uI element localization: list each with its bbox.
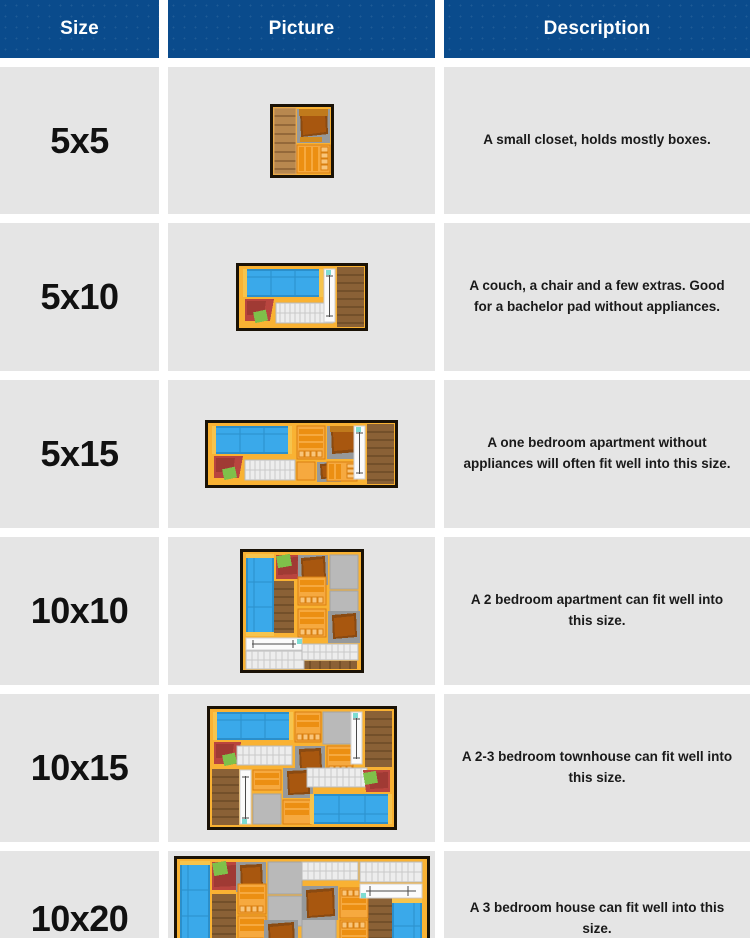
header-gap-1 [159, 0, 168, 58]
col-gap [159, 694, 168, 842]
table-row: 10x20 [0, 851, 159, 938]
header-size-label: Size [60, 18, 99, 39]
floorplan-10x20 [168, 851, 435, 938]
table-row: 10x15 [0, 694, 159, 842]
description-text: A couch, a chair and a few extras. Good … [469, 278, 725, 314]
col-gap [435, 851, 444, 938]
header-size: Size [0, 0, 159, 58]
floorplan-image [205, 420, 398, 488]
floorplan-image [239, 549, 364, 673]
table-row: 5x10 [0, 223, 159, 371]
header-gap-2 [435, 0, 444, 58]
row-gap [0, 371, 750, 380]
size-label: 5x15 [40, 433, 119, 474]
description-text: A 2 bedroom apartment can fit well into … [470, 592, 724, 628]
description-cell: A couch, a chair and a few extras. Good … [444, 223, 750, 371]
row-gap [0, 528, 750, 537]
table-row: 5x15 [0, 380, 159, 528]
description-text: A 3 bedroom house can fit well into this… [469, 900, 725, 936]
table-row: 5x5 [0, 67, 159, 214]
table-row: 10x10 [0, 537, 159, 685]
col-gap [159, 851, 168, 938]
header-picture: Picture [168, 0, 435, 58]
storage-size-table: Size Picture Description 5x5 A small clo… [0, 0, 750, 938]
floorplan-image [269, 103, 334, 178]
col-gap [159, 223, 168, 371]
floorplan-image [235, 263, 368, 331]
description-cell: A 2 bedroom apartment can fit well into … [444, 537, 750, 685]
header-picture-label: Picture [268, 18, 335, 39]
size-label: 10x20 [30, 898, 129, 938]
row-gap [0, 685, 750, 694]
floorplan-10x10 [168, 537, 435, 685]
header-description-label: Description [543, 18, 651, 39]
floorplan-image [206, 706, 397, 830]
floorplan-5x5 [168, 67, 435, 214]
col-gap [435, 380, 444, 528]
header-description: Description [444, 0, 750, 58]
row-gap-header [0, 58, 750, 67]
col-gap [435, 694, 444, 842]
col-gap [435, 67, 444, 214]
col-gap [159, 67, 168, 214]
description-text: A small closet, holds mostly boxes. [483, 132, 711, 148]
col-gap [435, 537, 444, 685]
floorplan-5x10 [168, 223, 435, 371]
col-gap [435, 223, 444, 371]
col-gap [159, 380, 168, 528]
description-cell: A small closet, holds mostly boxes. [444, 67, 750, 214]
size-label: 10x15 [30, 747, 129, 788]
description-text: A 2-3 bedroom townhouse can fit well int… [461, 749, 733, 785]
size-label: 10x10 [30, 590, 129, 631]
row-gap [0, 214, 750, 223]
description-cell: A 2-3 bedroom townhouse can fit well int… [444, 694, 750, 842]
floorplan-10x15 [168, 694, 435, 842]
size-label: 5x10 [40, 276, 119, 317]
floorplan-5x15 [168, 380, 435, 528]
description-cell: A one bedroom apartment without applianc… [444, 380, 750, 528]
col-gap [159, 537, 168, 685]
row-gap [0, 842, 750, 851]
description-cell: A 3 bedroom house can fit well into this… [444, 851, 750, 938]
description-text: A one bedroom apartment without applianc… [463, 435, 731, 471]
size-label: 5x5 [50, 119, 109, 161]
floorplan-image [173, 856, 430, 938]
